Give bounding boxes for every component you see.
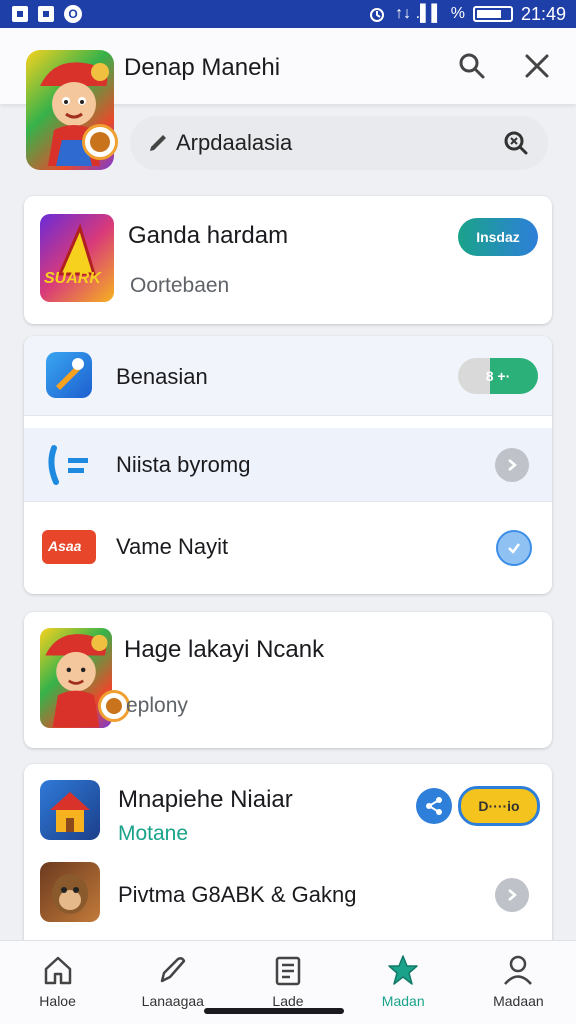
featured-app-icon: SUARK <box>40 214 114 302</box>
home-icon <box>44 956 71 985</box>
featured-install-button[interactable]: Insdaz <box>458 218 538 256</box>
list-item-open-button[interactable] <box>495 448 529 482</box>
pencil-icon <box>150 135 166 151</box>
close-icon <box>525 54 549 78</box>
featured-app-subtitle: Oortebaen <box>130 274 230 297</box>
nav-home-label: Haloe <box>39 993 76 1009</box>
install-button[interactable]: D····io <box>458 786 540 826</box>
monkey-icon <box>52 874 88 914</box>
list-item-title: Pivtma G8ABK & Gakng <box>118 882 357 907</box>
vpn-icon: O <box>64 5 82 23</box>
nav-profile[interactable]: Madaan <box>461 941 576 1024</box>
list-item[interactable]: Niista byromg <box>24 428 552 502</box>
clear-search-icon[interactable] <box>502 129 530 157</box>
search-icon <box>459 53 485 79</box>
list-item-open-button[interactable] <box>495 878 529 912</box>
chevron-right-icon <box>508 889 517 901</box>
status-bar: O ↑↓ .▌▌ % 21:49 <box>0 0 576 28</box>
list-item-title: Mnapiehe Niaiar <box>118 786 293 813</box>
battery-icon <box>472 6 513 22</box>
list-item[interactable]: Asaa Vame Nayit <box>24 504 552 594</box>
list-item[interactable]: Pivtma G8ABK & Gakng <box>24 858 552 948</box>
list-item-select-button[interactable] <box>496 530 532 566</box>
signal-icon: ↑↓ .▌▌ <box>395 5 443 22</box>
list-item-title: Niista byromg <box>116 452 251 477</box>
list-item-icon <box>40 862 100 922</box>
list-item[interactable]: Mnapiehe Niaiar Motane D····io <box>24 764 552 854</box>
search-input[interactable]: Arpdaalasia <box>176 130 502 156</box>
list-item-toggle-label: 8 +· <box>485 368 511 384</box>
page-title: Denap Manehi <box>124 54 281 81</box>
nav-home[interactable]: Haloe <box>0 941 115 1024</box>
tools-icon <box>56 358 84 390</box>
list-item-toggle[interactable]: 8 +· <box>458 358 538 394</box>
pen-icon <box>160 957 186 983</box>
list-item-title: Vame Nayit <box>116 534 229 559</box>
list-item-title: Benasian <box>116 364 208 389</box>
notification-icon-2 <box>38 6 54 22</box>
nav-featured-label: Madan <box>381 993 425 1009</box>
list-item-subtitle: Motane <box>118 822 189 845</box>
app-list-card: Benasian 8 +· Niista byromg Asaa Vame Na… <box>24 336 552 594</box>
nav-explore-label: Lanaagaa <box>141 993 204 1009</box>
list-item[interactable]: Benasian 8 +· <box>24 336 552 416</box>
translate-icon <box>48 445 88 485</box>
share-icon <box>426 797 442 815</box>
recommended-card: Mnapiehe Niaiar Motane D····io Pivtma G8… <box>24 764 552 964</box>
status-time: 21:49 <box>520 3 566 24</box>
notification-icon <box>12 6 28 22</box>
search-field[interactable]: Arpdaalasia <box>130 116 548 170</box>
status-bar-left: O <box>12 5 82 23</box>
list-item-icon <box>46 352 92 398</box>
install-button-label: D····io <box>478 798 520 814</box>
list-item-icon-text: Asaa <box>48 538 82 554</box>
featured-app-card[interactable]: SUARK Ganda hardam Oortebaen Insdaz <box>24 196 552 324</box>
nav-list-label: Lade <box>272 993 304 1009</box>
featured-app-icon-text: SUARK <box>44 270 101 287</box>
avatar-badge-icon <box>82 124 118 160</box>
chevron-right-icon <box>508 459 517 471</box>
close-button[interactable] <box>519 48 555 84</box>
alarm-icon <box>370 8 385 22</box>
profile-icon <box>504 955 533 985</box>
house-icon <box>50 792 90 832</box>
star-icon <box>388 955 418 985</box>
list-item-icon <box>40 780 100 840</box>
status-bar-right: ↑↓ .▌▌ % 21:49 <box>367 4 566 25</box>
nav-profile-label: Madaan <box>493 993 544 1009</box>
nav-featured[interactable]: Madan <box>346 941 461 1024</box>
check-icon <box>508 543 520 554</box>
list-item-icon: Asaa <box>42 530 96 564</box>
search-button[interactable] <box>454 48 490 84</box>
promo-title: Hage lakayi Ncank <box>124 636 325 663</box>
gesture-home-bar[interactable] <box>204 1008 344 1014</box>
promo-card[interactable]: Hage lakayi Ncank eplony <box>24 612 552 748</box>
clipboard-icon <box>275 956 301 986</box>
share-button[interactable] <box>416 788 452 824</box>
promo-subtitle: eplony <box>126 694 188 717</box>
game-logo-icon <box>57 223 97 276</box>
featured-install-label: Insdaz <box>476 229 520 245</box>
battery-percent-icon: % <box>450 5 465 22</box>
featured-app-title: Ganda hardam <box>128 222 289 249</box>
